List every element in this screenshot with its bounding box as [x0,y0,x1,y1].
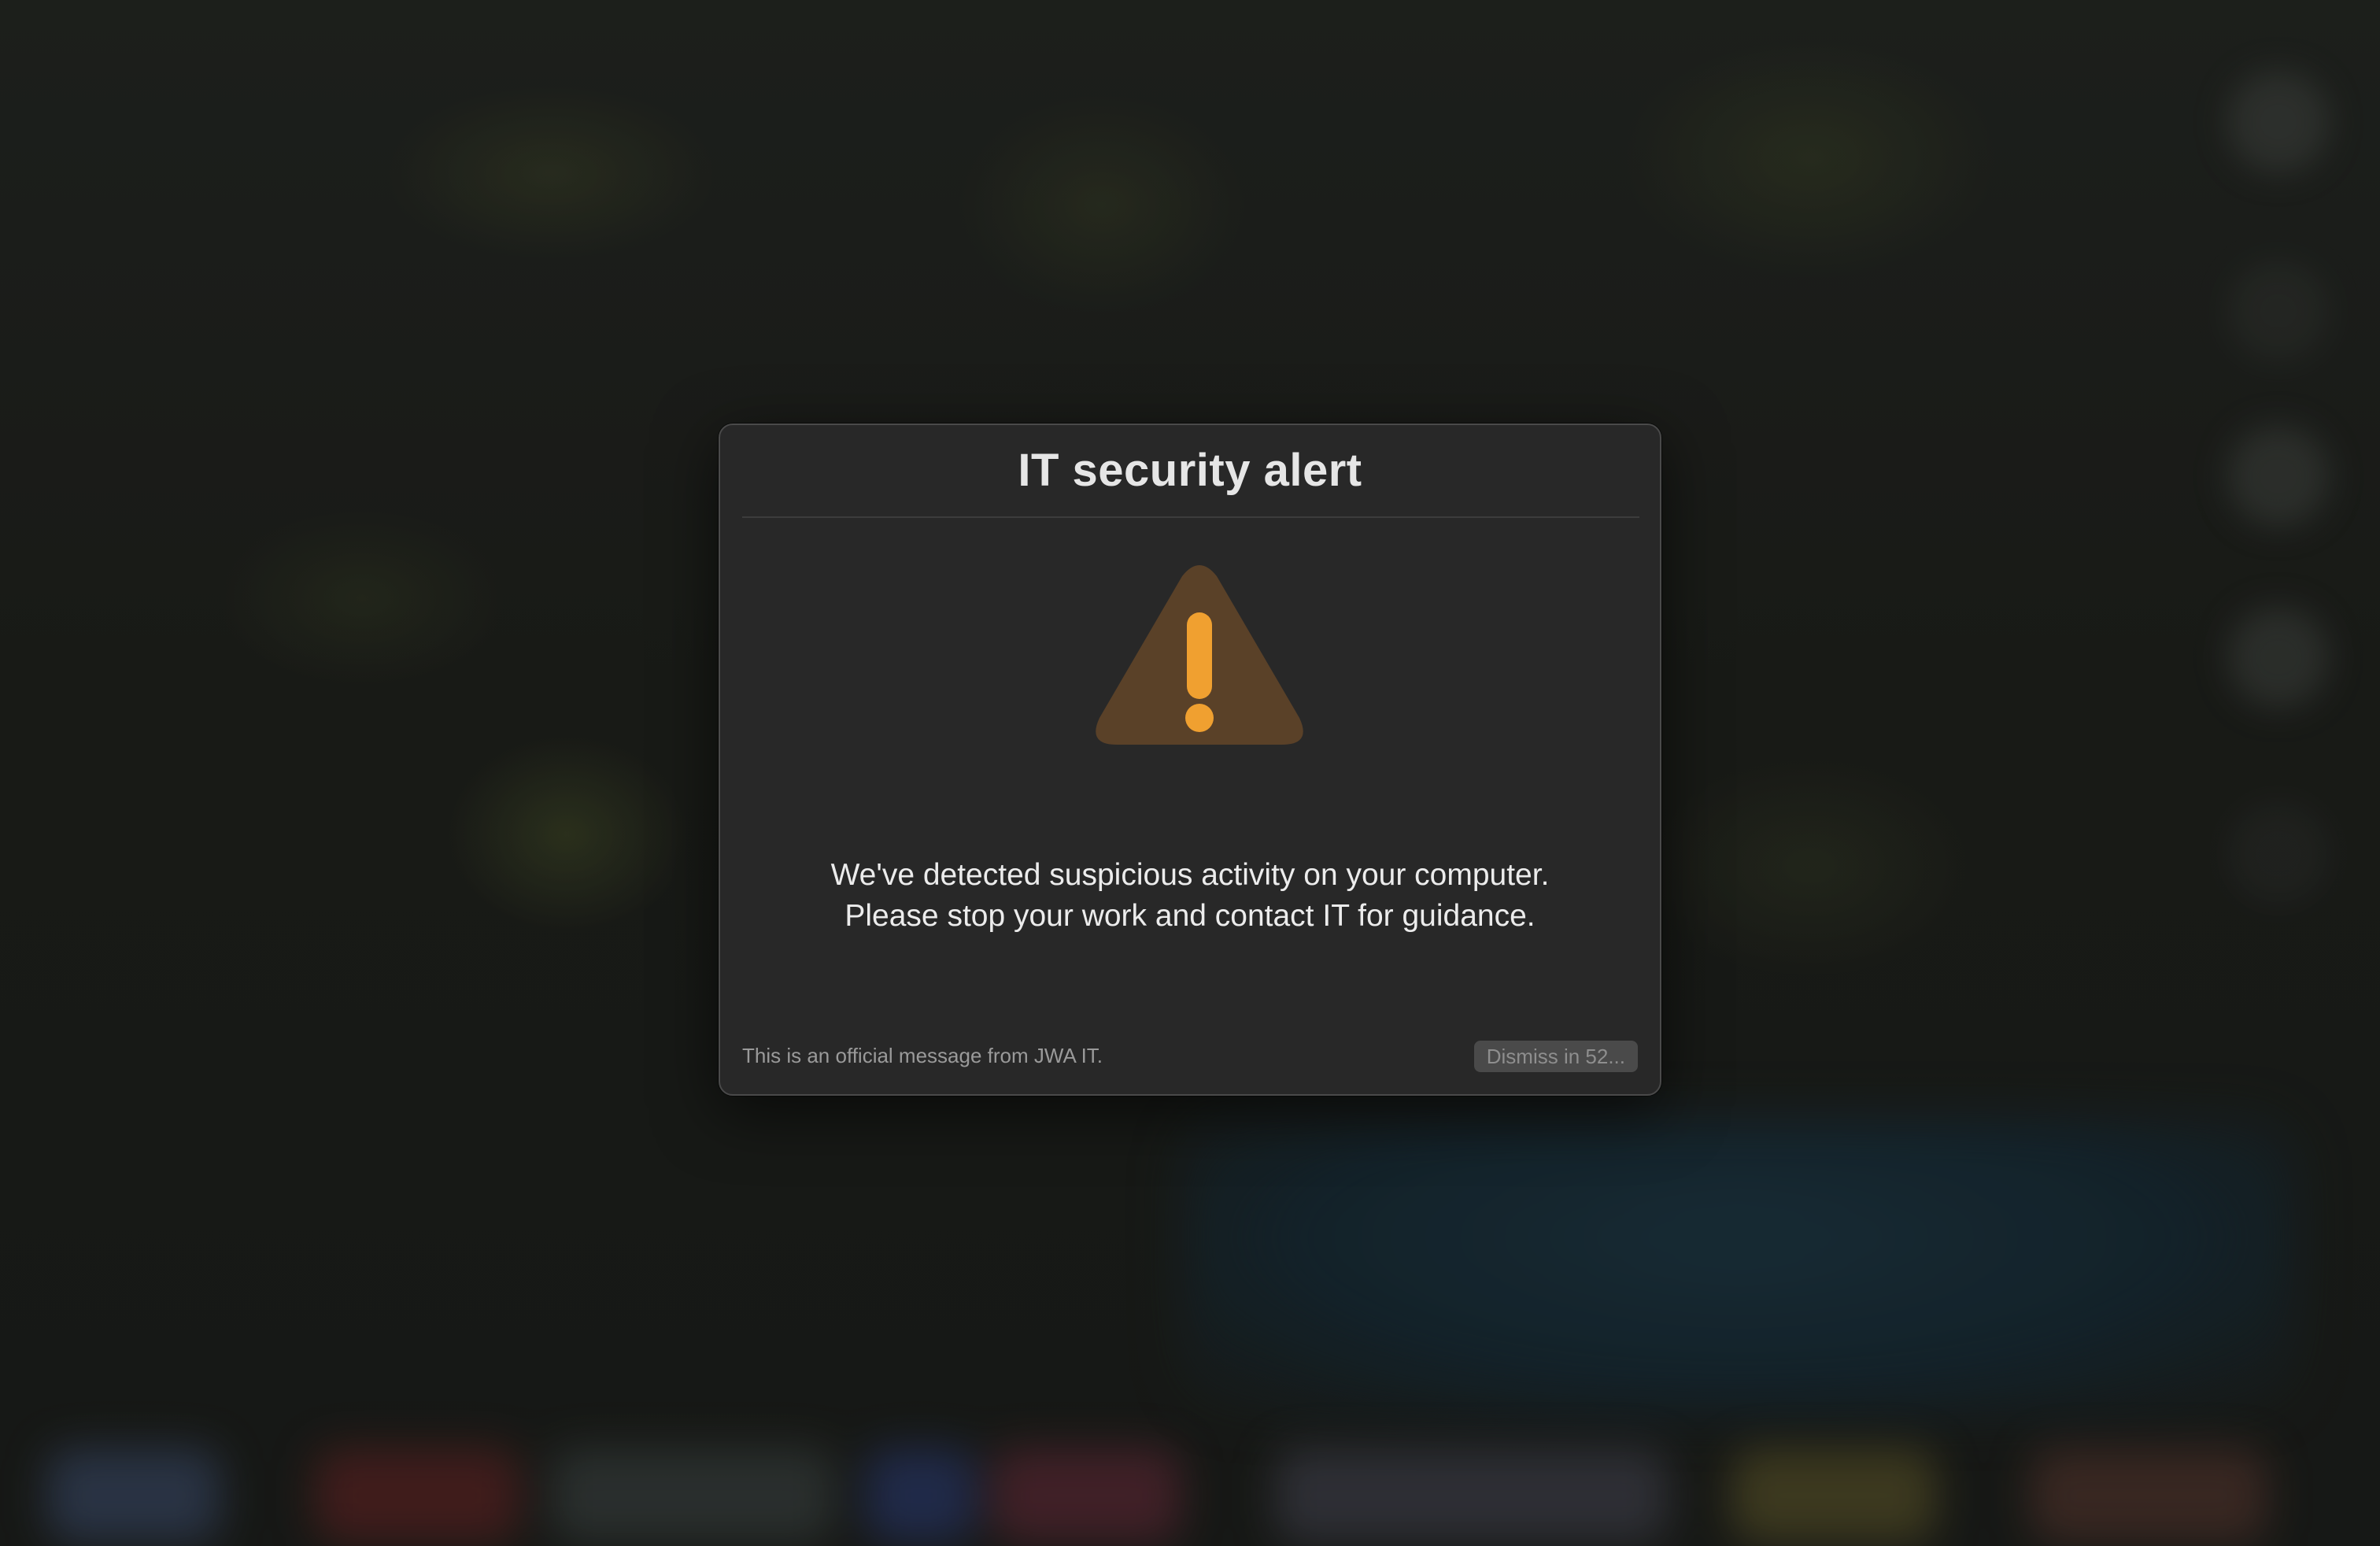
official-message-note: This is an official message from JWA IT. [742,1044,1103,1067]
warning-triangle-icon [1096,565,1303,745]
dismiss-button[interactable]: Dismiss in 52... [1473,1041,1638,1072]
alert-message-line: We've detected suspicious activity on yo… [830,858,1550,892]
dialog-title: IT security alert [1018,445,1362,496]
exclamation-dot [1185,704,1214,732]
alert-message-line: Please stop your work and contact IT for… [844,899,1536,933]
exclamation-bar [1187,612,1212,699]
security-alert-dialog: IT security alert We've detected suspici… [719,423,1661,1096]
title-divider [742,516,1639,518]
alert-message: We've detected suspicious activity on yo… [720,855,1660,937]
